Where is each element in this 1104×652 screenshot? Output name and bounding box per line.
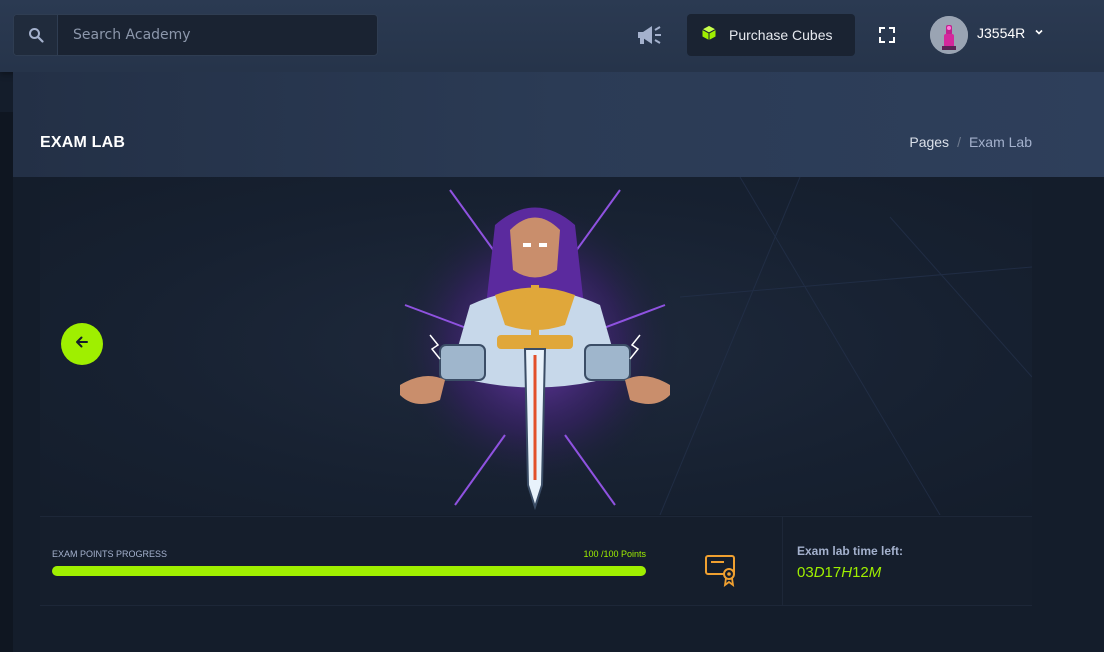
purchase-cubes-button[interactable]: Purchase Cubes	[687, 14, 855, 56]
time-days-unit: D	[813, 564, 825, 581]
progress-label: EXAM POINTS PROGRESS	[52, 549, 168, 559]
breadcrumb-separator: /	[957, 134, 961, 150]
fullscreen-icon[interactable]	[876, 24, 898, 46]
exam-mascot-illustration	[390, 189, 680, 511]
page-title: EXAM LAB	[40, 134, 126, 151]
time-days-value: 03	[797, 564, 814, 581]
time-minutes-unit: M	[868, 564, 882, 581]
chevron-down-icon[interactable]	[1034, 24, 1044, 42]
breadcrumb-current: Exam Lab	[968, 134, 1032, 150]
megaphone-icon[interactable]	[634, 22, 666, 48]
progress-track	[52, 566, 646, 576]
avatar[interactable]	[930, 16, 968, 54]
certificate-icon[interactable]	[704, 553, 738, 592]
time-left-label: Exam lab time left:	[797, 544, 904, 558]
search-input[interactable]	[58, 15, 377, 55]
page-header: EXAM LAB Pages / Exam Lab	[13, 72, 1104, 177]
username: J3554R	[977, 25, 1026, 41]
arrow-left-icon	[74, 334, 90, 355]
cube-icon	[701, 25, 717, 46]
time-hours-unit: H	[841, 564, 853, 581]
back-button[interactable]	[61, 323, 103, 365]
search-bar[interactable]	[13, 14, 378, 56]
exam-stats-panel: EXAM POINTS PROGRESS 100 /100 Points Exa…	[40, 516, 1032, 606]
time-minutes-value: 12	[852, 564, 869, 581]
stats-divider	[782, 517, 783, 605]
purchase-cubes-label: Purchase Cubes	[729, 27, 833, 43]
progress-fill	[52, 566, 646, 576]
top-navbar: Purchase Cubes J3554R	[0, 0, 1104, 72]
time-hours-value: 17	[824, 564, 842, 581]
user-menu[interactable]: J3554R	[930, 15, 1044, 55]
search-icon[interactable]	[14, 15, 58, 55]
time-left-value: 03D17H12M	[797, 564, 881, 581]
breadcrumb-pages[interactable]: Pages	[909, 134, 949, 150]
sidebar-rail	[0, 112, 13, 652]
progress-value: 100 /100 Points	[583, 549, 646, 559]
breadcrumb: Pages / Exam Lab	[909, 134, 1032, 150]
